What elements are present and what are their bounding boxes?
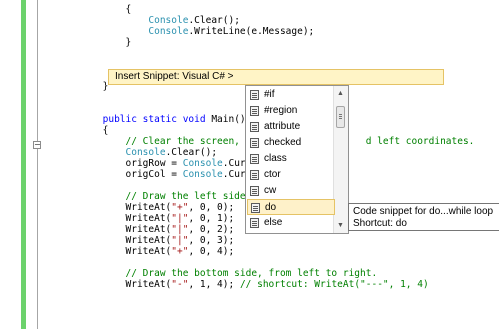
change-tracking-bar: [21, 0, 26, 329]
code-token: "|": [171, 224, 189, 235]
code-token: WriteAt(: [34, 224, 172, 235]
completion-item[interactable]: checked: [247, 135, 335, 151]
scroll-up-arrow-icon[interactable]: ▲: [337, 90, 344, 97]
completion-item-label: ctor: [264, 169, 281, 180]
code-token: Console: [148, 26, 189, 37]
code-line[interactable]: }: [34, 37, 132, 48]
code-token: .WriteLine(e.Message);: [188, 26, 315, 37]
code-line[interactable]: // Draw the bottom side, from left to ri…: [34, 268, 378, 279]
completion-item[interactable]: #if: [247, 87, 335, 103]
code-token: // Draw the bottom side, from left to ri…: [34, 268, 378, 279]
code-token: "-": [171, 279, 189, 290]
scroll-down-arrow-icon[interactable]: ▼: [337, 222, 344, 229]
code-line[interactable]: // Draw the left side o: [34, 191, 258, 202]
snippet-tooltip: Code snippet for do...while loop Shortcu…: [348, 203, 499, 231]
completion-item-label: attribute: [264, 121, 301, 132]
code-token: WriteAt(: [34, 279, 172, 290]
code-line[interactable]: Console.Clear();: [34, 147, 218, 158]
completion-item-label: class: [264, 153, 287, 164]
code-token: }: [34, 81, 109, 92]
code-line[interactable]: WriteAt("-", 1, 4); // shortcut: WriteAt…: [34, 279, 429, 290]
completion-item[interactable]: attribute: [247, 119, 335, 135]
code-token: , 0, 4);: [188, 246, 235, 257]
intellisense-completion-list[interactable]: ▲ ▼ #if #region attribute checked class ctor c…: [245, 85, 349, 234]
code-token: .Clear();: [188, 15, 240, 26]
code-token: // shortcut: WriteAt("---", 1, 4): [239, 279, 429, 290]
snippet-icon: [251, 203, 260, 213]
snippet-icon: [250, 106, 259, 116]
tooltip-shortcut: Shortcut: do: [353, 218, 407, 229]
completion-item[interactable]: ctor: [247, 167, 335, 183]
completion-item-label: do: [265, 202, 277, 213]
code-token: , 0, 3);: [188, 235, 235, 246]
snippet-icon: [250, 170, 259, 180]
scrollbar-thumb[interactable]: [336, 106, 345, 128]
code-token: {: [34, 4, 132, 15]
code-token: "|": [171, 235, 189, 246]
code-token: origCol =: [34, 169, 183, 180]
code-line[interactable]: WriteAt("|", 0, 1);: [34, 213, 235, 224]
code-token: Console: [182, 169, 223, 180]
code-token: , 0, 0);: [188, 202, 235, 213]
editor-margin: [0, 0, 10, 329]
completion-item[interactable]: class: [247, 151, 335, 167]
code-token: WriteAt(: [34, 235, 172, 246]
code-token: .Clear();: [165, 147, 218, 158]
snippet-icon: [250, 218, 259, 228]
code-line[interactable]: Console.Clear();: [34, 15, 240, 26]
code-token: "+": [171, 202, 189, 213]
code-line[interactable]: WriteAt("+", 0, 4);: [34, 246, 235, 257]
insert-snippet-bar: Insert Snippet: Visual C# >: [108, 69, 444, 85]
completion-item[interactable]: do: [247, 199, 335, 215]
snippet-icon: [250, 122, 259, 132]
completion-item-label: #region: [264, 105, 298, 116]
code-token: WriteAt(: [34, 246, 172, 257]
code-token: WriteAt(: [34, 213, 172, 224]
code-token: , 0, 2);: [188, 224, 235, 235]
code-token: origRow =: [34, 158, 183, 169]
code-line[interactable]: }: [34, 81, 109, 92]
code-line[interactable]: public static void Main(): [34, 114, 246, 125]
code-line[interactable]: Console.WriteLine(e.Message);: [34, 26, 314, 37]
code-token: WriteAt(: [34, 202, 172, 213]
snippet-icon: [250, 154, 259, 164]
code-token: // Draw the left side o: [34, 191, 258, 202]
completion-item-label: else: [264, 217, 283, 228]
completion-item-label: checked: [264, 137, 302, 148]
insert-snippet-label: Insert Snippet: Visual C# >: [115, 71, 234, 82]
code-token: Console: [182, 158, 223, 169]
tooltip-description: Code snippet for do...while loop: [353, 206, 494, 217]
code-token: "+": [171, 246, 189, 257]
code-token: Console: [125, 147, 166, 158]
code-line[interactable]: WriteAt("|", 0, 3);: [34, 235, 235, 246]
code-token: "|": [171, 213, 189, 224]
code-line[interactable]: {: [34, 4, 132, 15]
completion-item[interactable]: #region: [247, 103, 335, 119]
code-token: Main(): [211, 114, 246, 125]
completion-item[interactable]: cw: [247, 183, 335, 199]
code-token: public static void: [34, 114, 212, 125]
snippet-icon: [250, 90, 259, 100]
code-line[interactable]: WriteAt("|", 0, 2);: [34, 224, 235, 235]
code-token: {: [34, 125, 109, 136]
code-line[interactable]: {: [34, 125, 109, 136]
code-token: , 0, 1);: [188, 213, 235, 224]
code-line[interactable]: origCol = Console.Curso: [34, 169, 258, 180]
code-token: Console: [148, 15, 189, 26]
completion-item[interactable]: else: [247, 215, 335, 231]
completion-item-label: cw: [264, 185, 277, 196]
code-line[interactable]: WriteAt("+", 0, 0);: [34, 202, 235, 213]
code-line[interactable]: origRow = Console.Curso: [34, 158, 258, 169]
completion-item-label: #if: [264, 89, 275, 100]
snippet-icon: [250, 186, 259, 196]
snippet-icon: [250, 138, 259, 148]
completion-scrollbar[interactable]: ▲ ▼: [333, 86, 348, 233]
code-token: , 1, 4);: [188, 279, 240, 290]
code-token: }: [34, 37, 132, 48]
